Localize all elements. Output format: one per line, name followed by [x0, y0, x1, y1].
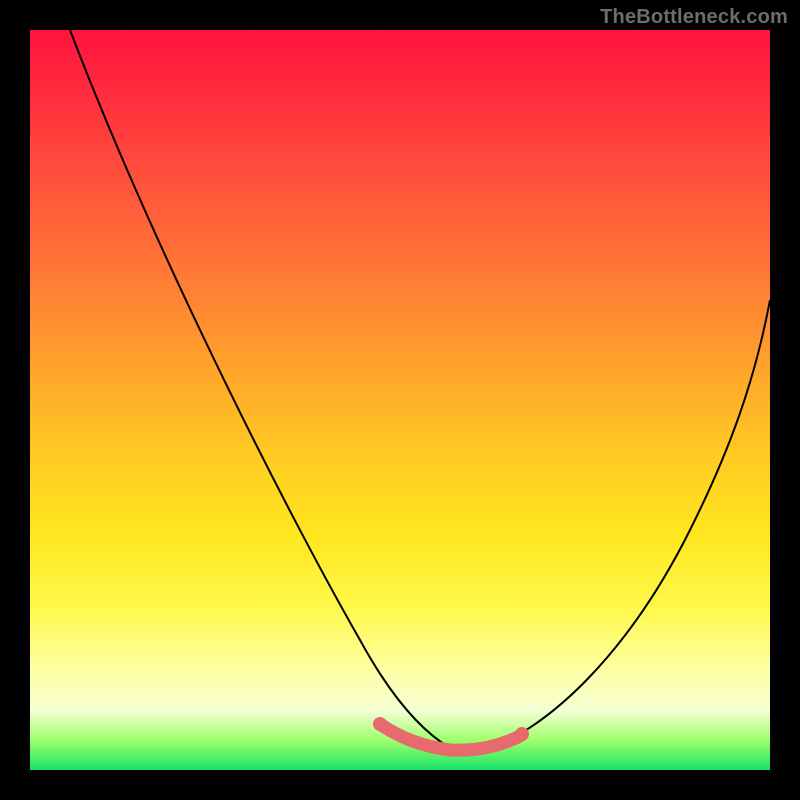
curve-layer	[30, 30, 770, 770]
right-branch-line	[480, 300, 770, 752]
watermark-text: TheBottleneck.com	[600, 6, 788, 29]
chart-frame: TheBottleneck.com	[0, 0, 800, 800]
bottleneck-band	[380, 724, 520, 750]
band-start-dot	[373, 717, 387, 731]
band-end-dot	[515, 727, 529, 741]
plot-area	[30, 30, 770, 770]
left-branch-line	[70, 30, 450, 748]
